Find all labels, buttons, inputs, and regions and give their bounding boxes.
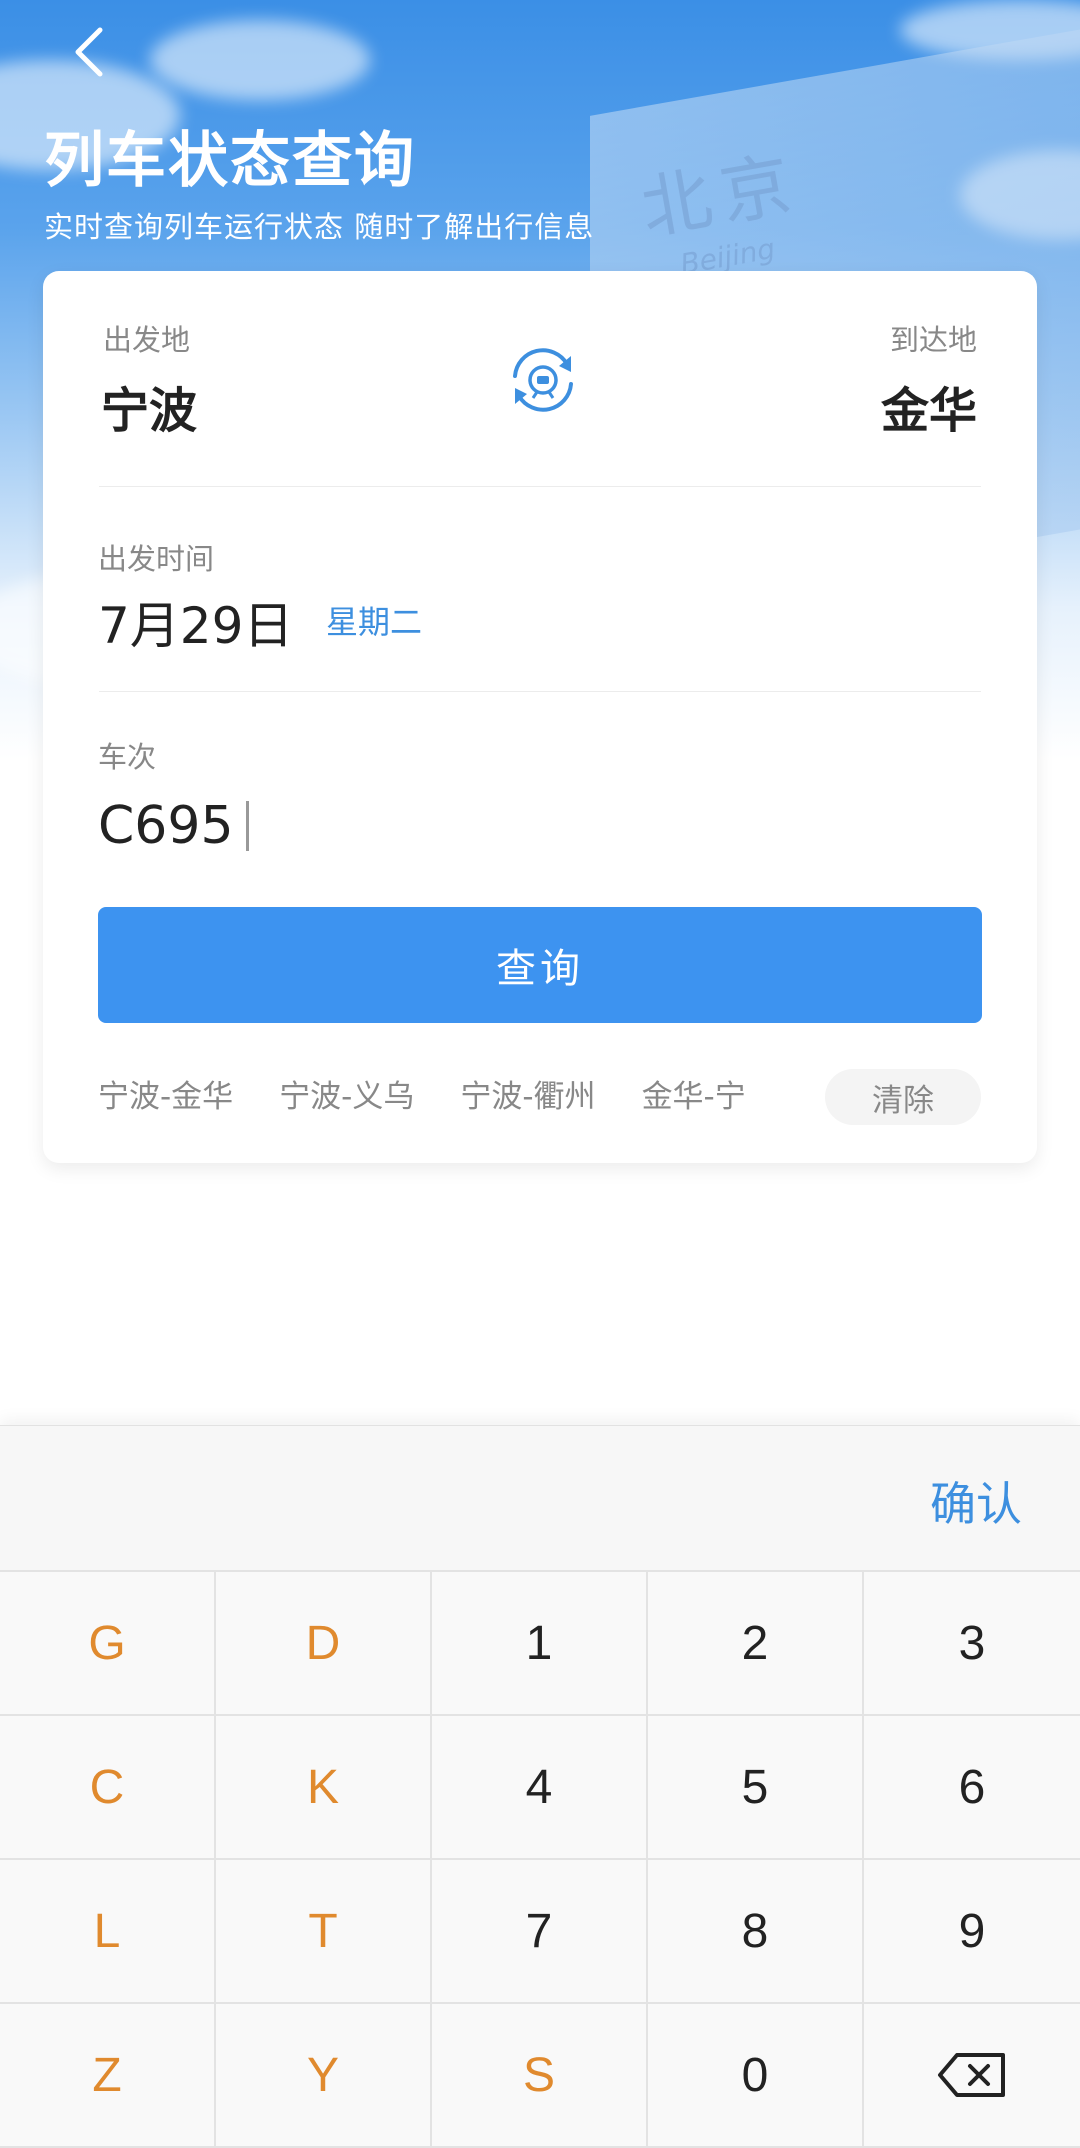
key-z[interactable]: Z xyxy=(0,2004,216,2148)
keypad: G D 1 2 3 C K 4 5 6 L T 7 8 9 Z Y S 0 xyxy=(0,1570,1080,2148)
key-1[interactable]: 1 xyxy=(432,1572,648,1716)
key-2[interactable]: 2 xyxy=(648,1572,864,1716)
train-number-value: C695 xyxy=(98,796,234,856)
key-g[interactable]: G xyxy=(0,1572,216,1716)
key-k[interactable]: K xyxy=(216,1716,432,1860)
keyboard-toolbar: 确认 xyxy=(0,1426,1080,1570)
divider xyxy=(99,691,981,692)
key-t[interactable]: T xyxy=(216,1860,432,2004)
clear-history-button[interactable]: 清除 xyxy=(825,1069,981,1125)
swap-stations-button[interactable] xyxy=(498,335,588,425)
train-number-input[interactable]: C695 xyxy=(98,791,698,861)
train-number-keyboard: 确认 G D 1 2 3 C K 4 5 6 L T 7 8 9 Z Y S 0 xyxy=(0,1425,1080,2148)
back-button[interactable] xyxy=(58,22,118,82)
departure-date[interactable]: 7月29日 xyxy=(98,586,293,658)
cloud-decoration xyxy=(150,20,370,100)
key-4[interactable]: 4 xyxy=(432,1716,648,1860)
key-7[interactable]: 7 xyxy=(432,1860,648,2004)
key-l[interactable]: L xyxy=(0,1860,216,2004)
departure-time-label: 出发时间 xyxy=(98,542,215,576)
history-item[interactable]: 宁波-金华 xyxy=(98,1071,233,1116)
to-city[interactable]: 金华 xyxy=(881,371,977,441)
page-subtitle: 实时查询列车运行状态 随时了解出行信息 xyxy=(44,210,595,244)
page-title: 列车状态查询 xyxy=(44,126,416,196)
query-button[interactable]: 查询 xyxy=(98,907,982,1023)
text-caret xyxy=(245,801,249,851)
key-s[interactable]: S xyxy=(432,2004,648,2148)
key-8[interactable]: 8 xyxy=(648,1860,864,2004)
backspace-icon xyxy=(938,2053,1005,2097)
history-item[interactable]: 金华-宁 xyxy=(642,1071,746,1116)
key-c[interactable]: C xyxy=(0,1716,216,1860)
key-y[interactable]: Y xyxy=(216,2004,432,2148)
to-label: 到达地 xyxy=(889,323,977,357)
from-label: 出发地 xyxy=(103,323,191,357)
key-3[interactable]: 3 xyxy=(864,1572,1080,1716)
backspace-key[interactable] xyxy=(864,2004,1080,2148)
train-number-label: 车次 xyxy=(98,740,157,774)
key-d[interactable]: D xyxy=(216,1572,432,1716)
key-0[interactable]: 0 xyxy=(648,2004,864,2148)
departure-weekday: 星期二 xyxy=(326,603,423,641)
from-city[interactable]: 宁波 xyxy=(101,371,197,441)
confirm-button[interactable]: 确认 xyxy=(930,1468,1022,1534)
key-6[interactable]: 6 xyxy=(864,1716,1080,1860)
chevron-left-icon xyxy=(75,27,103,77)
key-9[interactable]: 9 xyxy=(864,1860,1080,2004)
history-item[interactable]: 宁波-义乌 xyxy=(279,1071,414,1116)
key-5[interactable]: 5 xyxy=(648,1716,864,1860)
divider xyxy=(99,486,981,487)
history-item[interactable]: 宁波-衢州 xyxy=(460,1071,595,1116)
swap-train-icon xyxy=(513,348,573,412)
search-card: 出发地 到达地 宁波 金华 出发时间 7月29日 星期二 车次 C695 查询 … xyxy=(43,271,1037,1163)
